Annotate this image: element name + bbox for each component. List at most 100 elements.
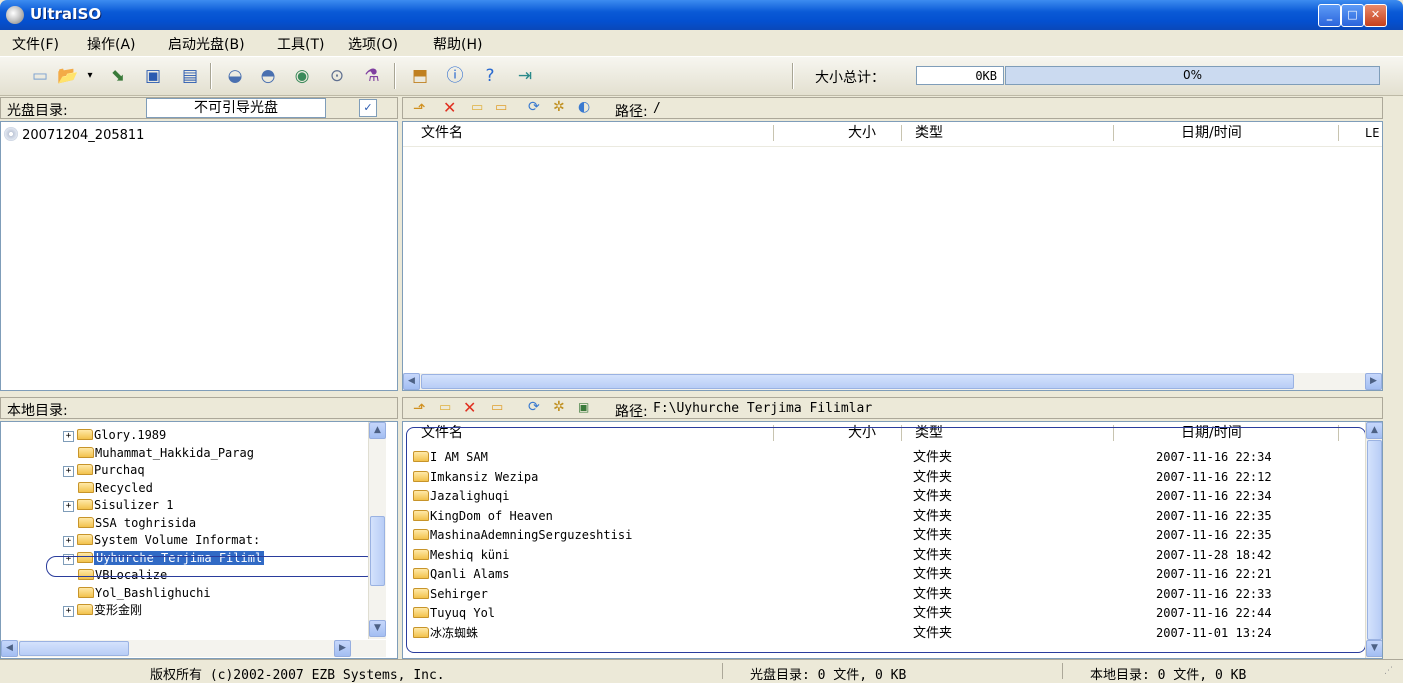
settings-icon[interactable]: ✲ [553, 99, 565, 115]
col-filename[interactable]: 文件名 [421, 122, 463, 144]
disc-icon [4, 127, 18, 141]
info-icon[interactable]: ⓘ [445, 66, 465, 86]
menu-tools[interactable]: 工具(T) [277, 34, 324, 54]
expand-icon[interactable]: + [63, 501, 74, 512]
maximize-button[interactable]: □ [1341, 4, 1364, 27]
scroll-thumb[interactable] [421, 374, 1294, 389]
local-directory-status: 本地目录: 0 文件, 0 KB [1090, 668, 1247, 683]
scroll-down-button[interactable]: ▼ [369, 620, 386, 637]
scroll-left-button[interactable]: ◀ [403, 373, 420, 390]
boot-properties-icon[interactable]: ✓ [359, 99, 377, 117]
tree-item[interactable]: Yol_Bashlighuchi [78, 585, 211, 602]
tree-item[interactable]: + Purchaq [63, 462, 145, 479]
properties-icon[interactable]: ⬒ [410, 66, 430, 86]
compress-icon[interactable]: ⚗ [362, 66, 382, 86]
delete-icon[interactable]: ✕ [463, 398, 476, 417]
column-divider [773, 125, 774, 141]
delete-icon[interactable]: ✕ [443, 98, 456, 117]
folder-icon [77, 429, 93, 440]
save-icon[interactable]: ▣ [143, 66, 163, 86]
tree-item-label: System Volume Informat: [94, 533, 261, 547]
scroll-thumb[interactable] [1367, 440, 1382, 640]
tree-item[interactable]: + Sisulizer 1 [63, 497, 173, 514]
local-directory-label: 本地目录: [7, 403, 68, 419]
new-folder-icon[interactable]: ▭ [439, 400, 451, 415]
image-path-value[interactable]: / [653, 101, 661, 116]
exit-icon[interactable]: ⇥ [515, 66, 535, 86]
new-icon[interactable]: ▭ [30, 66, 50, 86]
image-tree-root[interactable]: 20071204_205811 [4, 127, 144, 143]
scroll-right-button[interactable]: ▶ [1365, 373, 1382, 390]
open-icon[interactable]: 📂 [57, 66, 78, 86]
col-type[interactable]: 类型 [915, 122, 943, 144]
rename-icon[interactable]: ▭ [495, 100, 507, 115]
folder-icon [77, 534, 93, 545]
tree-item[interactable]: SSA toghrisida [78, 515, 196, 532]
new-folder-icon[interactable]: ▭ [471, 100, 483, 115]
col-size[interactable]: 大小 [848, 122, 876, 144]
view-icon[interactable]: ◐ [578, 99, 590, 115]
refresh-icon[interactable]: ▣ [578, 400, 589, 414]
menu-options[interactable]: 选项(O) [348, 34, 398, 54]
folder-icon [77, 499, 93, 510]
scroll-left-button[interactable]: ◀ [1, 640, 18, 657]
scroll-thumb[interactable] [370, 516, 385, 586]
scroll-thumb[interactable] [19, 641, 129, 656]
tree-vscrollbar[interactable]: ▲ ▼ [368, 422, 386, 639]
tree-item[interactable]: Muhammat_Hakkida_Parag [78, 445, 254, 462]
local-path-value[interactable]: F:\Uyhurche Terjima Filimlar [653, 401, 872, 416]
close-button[interactable]: ✕ [1364, 4, 1387, 27]
tree-item-label: 变形金刚 [94, 603, 143, 617]
folder-icon [77, 604, 93, 615]
scroll-right-button[interactable]: ▶ [334, 640, 351, 657]
boot-status-field[interactable]: 不可引导光盘 [146, 98, 326, 118]
expand-icon[interactable]: + [63, 536, 74, 547]
local-file-list: 文件名 大小 类型 日期/时间 I AM SAM 文件夹 2007-11-16 22… [402, 421, 1383, 659]
capacity-progress-bar: 0% [1005, 66, 1380, 85]
scroll-up-button[interactable]: ▲ [1366, 422, 1382, 439]
tree-item-label: Yol_Bashlighuchi [95, 585, 211, 600]
menu-bootable[interactable]: 启动光盘(B) [168, 34, 245, 54]
tree-item[interactable]: Recycled [78, 480, 153, 497]
rename-icon[interactable]: ▭ [491, 400, 503, 415]
tree-item[interactable]: + System Volume Informat: [63, 532, 260, 549]
tree-item[interactable]: + Glory.1989 [63, 427, 166, 444]
up-folder-icon[interactable]: ⬏ [413, 399, 426, 417]
virtual-drive-icon[interactable]: ⊙ [327, 66, 347, 86]
expand-icon[interactable]: + [63, 431, 74, 442]
scroll-down-button[interactable]: ▼ [1366, 640, 1382, 657]
unmount-icon[interactable]: ◓ [258, 66, 278, 86]
image-list-hscrollbar[interactable]: ◀ ▶ [403, 373, 1382, 390]
settings-icon[interactable]: ✲ [553, 399, 565, 415]
menu-file[interactable]: 文件(F) [12, 34, 59, 54]
expand-icon[interactable]: + [63, 466, 74, 477]
menu-actions[interactable]: 操作(A) [87, 34, 136, 54]
add-to-image-icon[interactable]: ⟳ [528, 399, 540, 415]
tree-item[interactable]: + 变形金刚 [63, 602, 142, 619]
expand-icon[interactable]: + [63, 606, 74, 617]
tree-hscrollbar[interactable]: ◀ ▶ [1, 640, 386, 657]
tree-item-label: Muhammat_Hakkida_Parag [95, 445, 254, 460]
burn-icon[interactable]: ◉ [292, 66, 312, 86]
list-vscrollbar[interactable]: ▲ ▼ [1365, 422, 1382, 658]
column-divider [1338, 125, 1339, 141]
minimize-button[interactable]: _ [1318, 4, 1341, 27]
tree-item-label: SSA toghrisida [95, 515, 197, 530]
help-icon[interactable]: ? [480, 66, 500, 86]
col-datetime[interactable]: 日期/时间 [1181, 122, 1242, 144]
image-tree-panel: 20071204_205811 [0, 121, 398, 391]
save-as-icon[interactable]: ▤ [180, 66, 200, 86]
mount-icon[interactable]: ◒ [225, 66, 245, 86]
status-bar: 版权所有 (c)2002-2007 EZB Systems, Inc. 光盘目录… [0, 659, 1403, 683]
extract-icon[interactable]: ⬊ [108, 66, 128, 86]
resize-grip-icon[interactable]: ⋰ [1384, 666, 1393, 676]
title-bar: UltraISO _ □ ✕ [0, 0, 1403, 30]
up-folder-icon[interactable]: ⬏ [413, 99, 426, 117]
local-path-bar: ⬏ ▭ ✕ ▭ ⟳ ✲ ▣ 路径: F:\Uyhurche Terjima Fi… [402, 397, 1383, 420]
image-directory-status: 光盘目录: 0 文件, 0 KB [750, 668, 907, 683]
col-le[interactable]: LE [1365, 122, 1379, 144]
dropdown-arrow-icon[interactable]: ▾ [80, 66, 100, 86]
refresh-icon[interactable]: ⟳ [528, 99, 540, 115]
scroll-up-button[interactable]: ▲ [369, 422, 386, 439]
menu-help[interactable]: 帮助(H) [433, 34, 482, 54]
